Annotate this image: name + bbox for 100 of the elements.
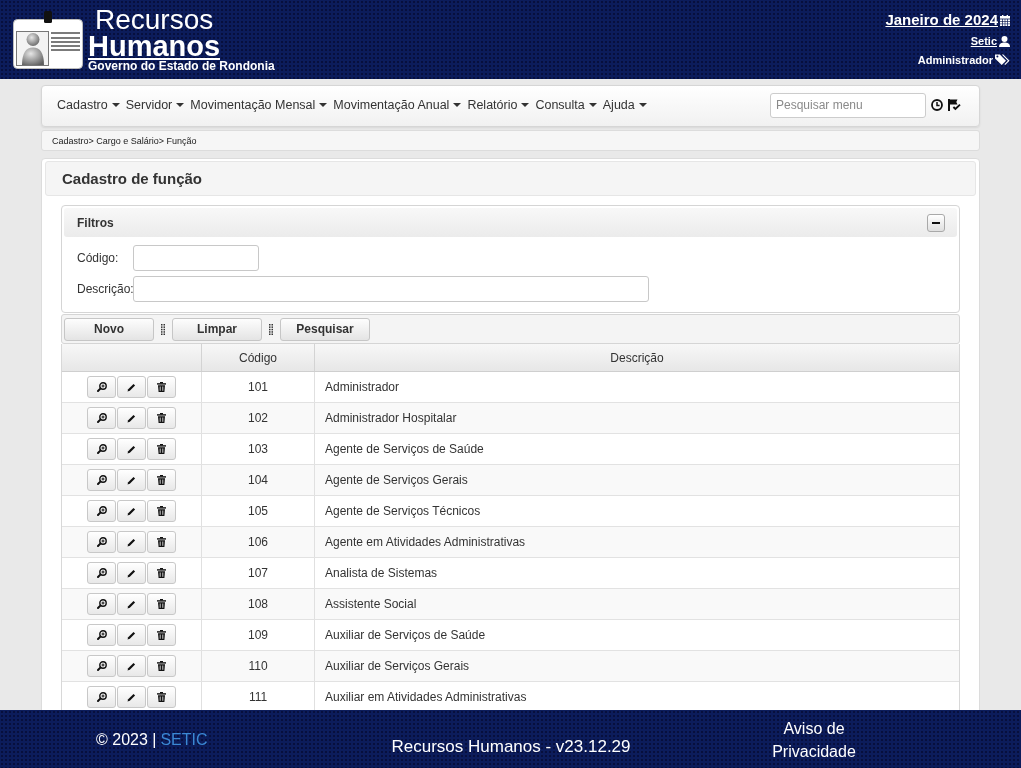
trash-icon	[157, 537, 166, 547]
menu-search-field[interactable]: Pesquisar menu	[770, 92, 926, 118]
edit-button[interactable]	[117, 686, 146, 708]
table-cell: 101	[248, 380, 268, 394]
delete-button[interactable]	[147, 562, 176, 584]
delete-button[interactable]	[147, 686, 176, 708]
table-cell: 111	[248, 690, 268, 704]
view-button[interactable]	[87, 655, 116, 677]
table-cell: Administrador Hospitalar	[325, 411, 457, 425]
edit-button[interactable]	[117, 407, 146, 429]
caret-icon	[176, 103, 185, 107]
field-label: Código:	[77, 251, 120, 265]
id-badge-icon	[13, 11, 83, 69]
edit-button[interactable]	[117, 438, 146, 460]
table-cell: 109	[248, 628, 268, 642]
delete-button[interactable]	[147, 407, 176, 429]
grip-icon	[269, 323, 273, 335]
menu-item[interactable]: Movimentação Anual	[333, 98, 462, 112]
delete-button[interactable]	[147, 624, 176, 646]
table-cell: Agente em Atividades Administrativas	[325, 535, 526, 549]
pencil-icon	[127, 630, 136, 640]
trash-icon	[157, 692, 166, 702]
edit-button[interactable]	[117, 562, 146, 584]
delete-button[interactable]	[147, 593, 176, 615]
edit-button[interactable]	[117, 624, 146, 646]
column-header: Código	[239, 350, 277, 365]
app-title: Humanos	[88, 34, 221, 60]
input-field[interactable]	[133, 276, 649, 302]
edit-button[interactable]	[117, 500, 146, 522]
table-cell: Agente de Serviços de Saúde	[325, 442, 484, 456]
tags-icon	[995, 54, 1010, 66]
edit-button[interactable]	[117, 593, 146, 615]
toolbar-button[interactable]: Pesquisar	[280, 317, 370, 341]
view-button[interactable]	[87, 407, 116, 429]
table-cell: 107	[248, 566, 268, 580]
table-cell: Administrador	[325, 380, 400, 394]
view-button[interactable]	[87, 686, 116, 708]
zoom-in-icon	[96, 382, 107, 392]
delete-button[interactable]	[147, 438, 176, 460]
column-header: Descrição	[610, 350, 664, 365]
menu-item[interactable]: Relatório	[467, 98, 530, 112]
trash-icon	[157, 568, 166, 578]
input-field[interactable]	[133, 245, 259, 271]
caret-icon	[111, 103, 120, 107]
table-cell: Agente de Serviços Gerais	[325, 473, 468, 487]
toolbar-button[interactable]: Novo	[64, 317, 154, 341]
menu-item[interactable]: Ajuda	[602, 98, 647, 112]
collapse-button[interactable]	[927, 213, 945, 232]
edit-button[interactable]	[117, 531, 146, 553]
clock-icon[interactable]	[931, 99, 943, 111]
edit-button[interactable]	[117, 469, 146, 491]
trash-icon	[157, 661, 166, 671]
view-button[interactable]	[87, 531, 116, 553]
view-button[interactable]	[87, 500, 116, 522]
caret-icon	[319, 103, 328, 107]
trash-icon	[157, 475, 166, 485]
pencil-icon	[127, 413, 136, 423]
trash-icon	[157, 382, 166, 392]
role-label: Administrador	[917, 53, 993, 67]
pencil-icon	[127, 568, 136, 578]
table-cell: Auxiliar de Serviços Gerais	[325, 659, 470, 673]
menu-item[interactable]: Cadastro	[57, 98, 120, 112]
menu-item[interactable]: Servidor	[125, 98, 185, 112]
pencil-icon	[127, 506, 136, 516]
delete-button[interactable]	[147, 531, 176, 553]
view-button[interactable]	[87, 593, 116, 615]
pencil-icon	[127, 382, 136, 392]
delete-button[interactable]	[147, 469, 176, 491]
pencil-icon	[127, 599, 136, 609]
app-subtitle: Governo do Estado de Rondonia	[88, 60, 275, 73]
zoom-in-icon	[96, 630, 107, 640]
period-link[interactable]: Janeiro de 2024	[885, 11, 998, 29]
view-button[interactable]	[87, 469, 116, 491]
table-cell: 103	[248, 442, 268, 456]
flag-check-icon[interactable]	[948, 99, 961, 111]
pencil-icon	[127, 444, 136, 454]
view-button[interactable]	[87, 562, 116, 584]
table-cell: 104	[248, 473, 268, 487]
user-link[interactable]: Setic	[970, 34, 997, 48]
toolbar-button[interactable]: Limpar	[172, 317, 262, 341]
footer-link[interactable]: SETIC	[160, 730, 208, 749]
view-button[interactable]	[87, 376, 116, 398]
minus-icon	[932, 221, 940, 224]
menu-item[interactable]: Consulta	[535, 98, 597, 112]
view-button[interactable]	[87, 438, 116, 460]
table-cell: 110	[248, 659, 268, 673]
trash-icon	[157, 506, 166, 516]
table-cell: 105	[248, 504, 268, 518]
view-button[interactable]	[87, 624, 116, 646]
table-cell: 108	[248, 597, 268, 611]
privacy-link[interactable]: Aviso de Privacidade	[759, 717, 869, 763]
menu-item[interactable]: Movimentação Mensal	[190, 98, 328, 112]
edit-button[interactable]	[117, 655, 146, 677]
delete-button[interactable]	[147, 376, 176, 398]
zoom-in-icon	[96, 444, 107, 454]
edit-button[interactable]	[117, 376, 146, 398]
delete-button[interactable]	[147, 655, 176, 677]
table-cell: 106	[248, 535, 268, 549]
trash-icon	[157, 413, 166, 423]
delete-button[interactable]	[147, 500, 176, 522]
